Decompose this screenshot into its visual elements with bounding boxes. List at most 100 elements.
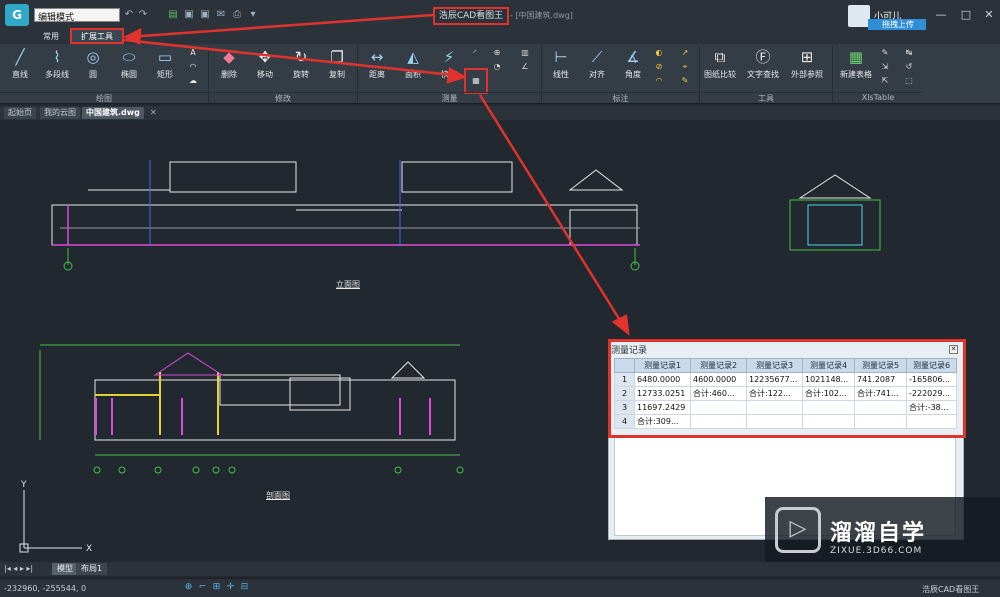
tab-model[interactable]: 模型 — [52, 563, 78, 575]
measure-angle-icon[interactable]: ∠ — [520, 62, 530, 72]
watermark-text: 溜溜自学 — [830, 521, 927, 546]
table-link-icon[interactable]: ↹ — [904, 48, 914, 58]
new-table-button[interactable]: ▦ 新建表格 — [836, 46, 876, 86]
aligned-dim-label: 对齐 — [589, 70, 605, 79]
ellipse-icon: ⬭ — [122, 48, 136, 66]
circle-button[interactable]: ◎ 圆 — [76, 46, 110, 86]
xref-label: 外部参照 — [791, 70, 823, 79]
maximize-icon[interactable]: □ — [960, 9, 972, 21]
text-dim-icon[interactable]: ✎ — [680, 76, 690, 86]
layout-tab-row — [0, 562, 1000, 576]
tab-my-cloud[interactable]: 我的云图 — [40, 107, 80, 119]
copy-icon: ❐ — [330, 48, 344, 66]
table-import-icon[interactable]: ⇲ — [880, 62, 890, 72]
tab-close-icon[interactable]: ✕ — [150, 108, 157, 117]
angle-dim-button[interactable]: ∡ 角度 — [616, 46, 650, 86]
quick-measure-icon: ⚡ — [443, 48, 455, 66]
text-icon[interactable]: A — [188, 48, 198, 58]
measure-table-icon[interactable]: ▥ — [520, 48, 530, 58]
table-update-icon[interactable]: ↺ — [904, 62, 914, 72]
mode-select[interactable]: 编辑模式 — [34, 8, 120, 23]
distance-label: 距离 — [369, 70, 385, 79]
section-title: 剖面图 — [266, 491, 290, 500]
app-logo[interactable]: G — [5, 4, 29, 26]
measure-coord-icon[interactable]: ⊕ — [492, 48, 502, 58]
text-find-icon: Ⓕ — [755, 48, 771, 66]
compare-button[interactable]: ⧉ 图纸比较 — [703, 46, 737, 86]
cursor-coordinates: -232960, -255544, 0 — [4, 584, 87, 593]
line-button[interactable]: ╱ 直线 — [3, 46, 37, 86]
minimize-icon[interactable]: — — [935, 9, 947, 21]
arc-dim-icon[interactable]: ◠ — [654, 76, 664, 86]
eraser-icon: ◆ — [223, 48, 235, 66]
delete-button[interactable]: ◆ 删除 — [212, 46, 246, 86]
tab-drawing-file[interactable]: 中国建筑.dwg — [82, 107, 144, 119]
ortho-icon[interactable]: ✛ — [225, 582, 236, 593]
area-button[interactable]: ◭ 面积 — [396, 46, 430, 86]
move-button[interactable]: ✥ 移动 — [248, 46, 282, 86]
tab-start-page[interactable]: 起始页 — [4, 107, 36, 119]
leader-dim-icon[interactable]: ↗ — [680, 48, 690, 58]
polyline-button[interactable]: ⌇ 多段线 — [40, 46, 74, 86]
quick-measure-button[interactable]: ⚡ 快速 — [432, 46, 466, 86]
circle-label: 圆 — [89, 70, 97, 79]
arc-icon[interactable]: ◠ — [188, 62, 198, 72]
status-app-name: 浩辰CAD看图王 — [922, 585, 980, 594]
print-icon[interactable]: ⎙ — [232, 10, 242, 20]
table-select-icon[interactable]: ⬚ — [904, 76, 914, 86]
coord-dim-icon[interactable]: ⌖ — [680, 62, 690, 72]
grid-icon[interactable]: ⊞ — [211, 582, 222, 593]
measure-record-icon: ▦ — [472, 76, 480, 85]
rotate-icon: ↻ — [294, 48, 308, 66]
aligned-dim-button[interactable]: ⟋ 对齐 — [580, 46, 614, 86]
cloud-icon[interactable]: ☁ — [188, 76, 198, 86]
save-as-icon[interactable]: ▣ — [200, 10, 210, 20]
linear-dim-label: 线性 — [553, 70, 569, 79]
tab-extended-tools[interactable]: 扩展工具 — [72, 30, 122, 44]
open-folder-icon[interactable]: ▤ — [168, 10, 178, 20]
group-label-xlstable: XlsTable — [833, 92, 923, 103]
distance-button[interactable]: ↔ 距离 — [360, 46, 394, 86]
rectangle-button[interactable]: ▭ 矩形 — [148, 46, 182, 86]
rotate-button[interactable]: ↻ 旋转 — [284, 46, 318, 86]
measure-record-button[interactable]: ▦ — [464, 68, 488, 94]
xref-icon: ⊞ — [800, 48, 814, 66]
dropdown-icon[interactable]: ▾ — [248, 10, 258, 20]
copy-button[interactable]: ❐ 复制 — [320, 46, 354, 86]
polar-icon[interactable]: ⊟ — [239, 582, 250, 593]
compare-icon: ⧉ — [714, 48, 726, 66]
rotate-label: 旋转 — [293, 70, 309, 79]
measure-arc-icon[interactable]: ◜ — [470, 48, 480, 58]
linear-dim-button[interactable]: ⊢ 线性 — [544, 46, 578, 86]
ellipse-button[interactable]: ⬭ 椭圆 — [112, 46, 146, 86]
tab-layout1[interactable]: 布局1 — [76, 563, 108, 575]
group-label-tools: 工具 — [700, 92, 832, 103]
table-edit-icon[interactable]: ✎ — [880, 48, 890, 58]
group-label-measure: 测量 — [358, 92, 541, 103]
angle-dim-label: 角度 — [625, 70, 641, 79]
save-icon[interactable]: ▣ — [184, 10, 194, 20]
table-export-icon[interactable]: ⇱ — [880, 76, 890, 86]
status-bar — [0, 578, 1000, 597]
close-icon[interactable]: ✕ — [983, 9, 995, 21]
tab-common[interactable]: 常用 — [36, 30, 66, 44]
watermark-logo: ▷ — [775, 507, 821, 553]
compare-label: 图纸比较 — [704, 70, 736, 79]
line-icon: ╱ — [15, 48, 25, 66]
zoom-icon[interactable]: ⊕ — [183, 582, 194, 593]
polyline-icon: ⌇ — [53, 48, 61, 66]
text-find-button[interactable]: Ⓕ 文字查找 — [746, 46, 780, 86]
diameter-dim-icon[interactable]: ⊘ — [654, 62, 664, 72]
avatar[interactable] — [848, 5, 870, 27]
redo-icon[interactable]: ↷ — [138, 10, 148, 20]
measure-radius-icon[interactable]: ◔ — [492, 62, 502, 72]
snap-icon[interactable]: ⌐ — [197, 582, 208, 593]
move-label: 移动 — [257, 70, 273, 79]
undo-icon[interactable]: ↶ — [124, 10, 134, 20]
xref-button[interactable]: ⊞ 外部参照 — [790, 46, 824, 86]
radius-dim-icon[interactable]: ◐ — [654, 48, 664, 58]
aligned-dim-icon: ⟋ — [591, 48, 603, 66]
ellipse-label: 椭圆 — [121, 70, 137, 79]
mail-icon[interactable]: ✉ — [216, 10, 226, 20]
tab-nav-icon[interactable]: |◂ ◂ ▸ ▸| — [4, 564, 33, 573]
